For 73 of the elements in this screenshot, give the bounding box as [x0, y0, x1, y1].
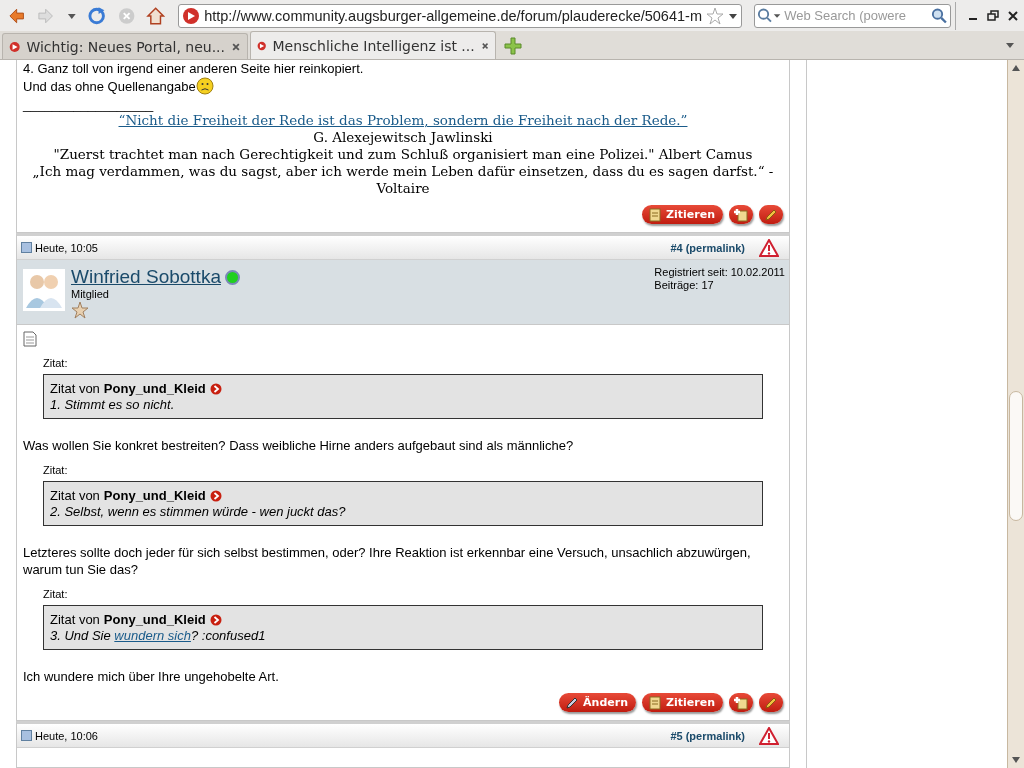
plus-icon[interactable] — [504, 37, 522, 55]
quote-attribution: Zitat von — [50, 381, 100, 396]
quote-author: Pony_und_Kleid — [103, 488, 206, 503]
signature-separator: __________________ — [23, 97, 155, 112]
post-text: Ich wundere mich über Ihre ungehobelte Art. — [23, 668, 280, 685]
quote-label: Zitat: — [43, 588, 69, 600]
post-text: Und das ohne Quellenangabe — [23, 77, 196, 95]
pencil-icon — [565, 695, 580, 710]
quote-link[interactable]: wundern sich — [114, 628, 191, 643]
signature-text: „Ich mag verdammen, was du sagst, aber ich werde mein Leben dafür einsetzen, dass du es sagen darfst.“ - Voltaire — [32, 163, 774, 196]
post-date: Heute, 10:06 — [35, 729, 98, 742]
down-arrow-icon[interactable] — [1011, 755, 1021, 765]
restore-icon[interactable] — [986, 8, 1000, 23]
user-rank: Mitglied — [71, 288, 110, 301]
post-text: Was wollen Sie konkret bestreiten? Dass weibliche Hirne anders aufgebaut sind als männliche? — [23, 437, 575, 454]
scroll-thumb[interactable] — [1009, 391, 1023, 521]
multiquote-button[interactable] — [729, 693, 753, 712]
post-date: Heute, 10:05 — [35, 241, 98, 254]
document-icon — [21, 242, 32, 253]
close-icon[interactable] — [1006, 8, 1020, 23]
registration-date: Registriert seit: 10.02.2011 — [654, 266, 785, 279]
quote-label: Zitat: — [43, 464, 69, 476]
search-bar[interactable]: Web Search (powere — [754, 3, 951, 28]
plus-note-icon — [733, 207, 749, 222]
address-field[interactable]: http://www.community.augsburger-allgemeine.de/forum/plauderecke/50641-m — [178, 3, 742, 28]
reload-icon[interactable] — [87, 5, 107, 26]
post-text: 4. Ganz toll von irgend einer anderen Seite hier reinkopiert. — [23, 60, 364, 77]
permalink-link[interactable]: #5 (permalink) — [670, 729, 745, 742]
arrow-circle-icon[interactable] — [209, 613, 222, 626]
home-icon[interactable] — [145, 5, 166, 26]
avatar-icon — [23, 269, 65, 311]
search-icon[interactable] — [757, 6, 782, 25]
quick-edit-button[interactable] — [759, 693, 783, 712]
quote-text: 2. Selbst, wenn es stimmen würde - wen juckt das? — [50, 504, 347, 519]
quote-attribution: Zitat von — [50, 612, 100, 627]
note-icon — [648, 695, 663, 710]
quote-author: Pony_und_Kleid — [103, 381, 206, 396]
search-icon[interactable] — [931, 6, 948, 25]
quote-author: Pony_und_Kleid — [103, 612, 206, 627]
arrow-circle-icon[interactable] — [209, 382, 222, 395]
bookmark-star-icon[interactable] — [706, 6, 724, 25]
post-count: Beiträge: 17 — [654, 279, 715, 292]
signature-link[interactable]: “Nicht die Freiheit der Rede ist das Problem, sondern die Freiheit nach der Rede.” — [118, 112, 688, 128]
note-icon — [648, 207, 663, 222]
quote-text: 1. Stimmt es so nicht. — [50, 397, 176, 412]
pencil-icon — [764, 207, 778, 222]
plus-note-icon — [733, 695, 749, 710]
arrow-circle-icon[interactable] — [209, 489, 222, 502]
quote-text: 3. Und Sie wundern sich? :confused1 — [50, 628, 267, 643]
warning-icon[interactable] — [759, 238, 779, 257]
multiquote-button[interactable] — [729, 205, 753, 224]
username-link[interactable]: Winfried Sobottka — [71, 266, 221, 288]
frown-smiley-icon — [195, 77, 214, 95]
permalink-link[interactable]: #4 (permalink) — [670, 241, 745, 254]
document-icon — [21, 730, 32, 741]
warning-icon[interactable] — [759, 726, 779, 745]
rank-star-icon — [71, 301, 89, 319]
browser-tab[interactable]: Wichtig: Neues Portal, neu... — [2, 33, 248, 59]
quote-button[interactable]: Zitieren — [642, 205, 723, 224]
pencil-icon — [764, 695, 778, 710]
quote-label: Zitat: — [43, 357, 69, 369]
scrollbar[interactable] — [1007, 60, 1024, 768]
quote-attribution: Zitat von — [50, 488, 100, 503]
edit-button[interactable]: Ändern — [559, 693, 637, 712]
post-text: Letzteres sollte doch jeder für sich selbst bestimmen, oder? Ihre Reaktion ist erkennbar eine Versuch, unsachlich abzuwürgen, warum tun Sie das? — [23, 544, 752, 578]
up-arrow-icon[interactable] — [1011, 63, 1021, 73]
signature-text: G. Alexejewitsch Jawlinski — [313, 129, 493, 145]
post-icon — [23, 331, 37, 347]
browser-tab[interactable]: Menschliche Intelligenz ist ... — [250, 31, 496, 59]
site-icon — [182, 6, 201, 25]
signature-text: "Zuerst trachtet man nach Gerechtigkeit und zum Schluß organisiert man eine Polizei." Albert Camus — [53, 146, 753, 162]
quote-button[interactable]: Zitieren — [642, 693, 723, 712]
quick-edit-button[interactable] — [759, 205, 783, 224]
